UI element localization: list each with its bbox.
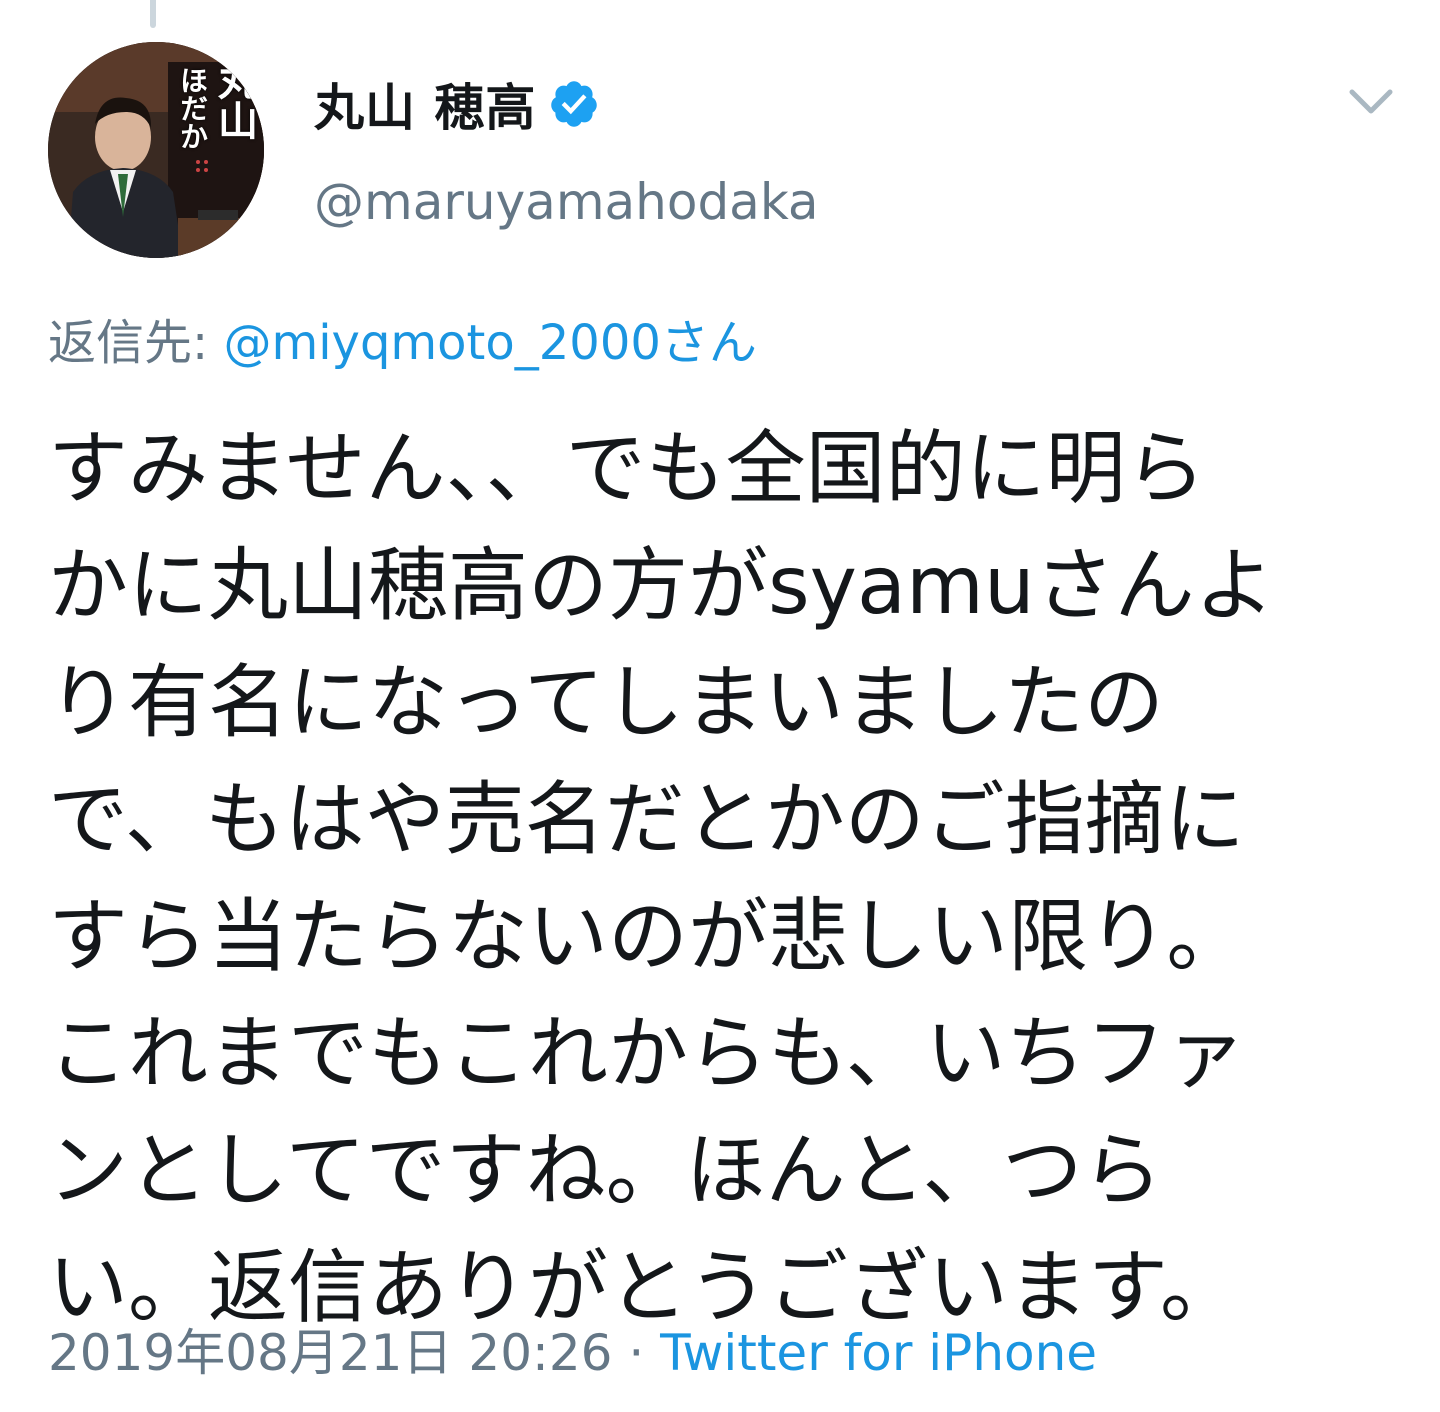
tweet-text: すみません、、でも全国的に明ら かに丸山穂高の方がsyamuさんよ り有名になっ… <box>48 410 1398 1346</box>
avatar-overlay-text: 丸山 ほだか <box>166 60 257 210</box>
avatar-overlay-name-kana: ほだか <box>176 66 209 150</box>
tweet-metadata: 2019年08月21日 20:26 · Twitter for iPhone <box>48 1318 1097 1388</box>
tweet-text-line: すら当たらないのが悲しい限り。 <box>48 890 1247 983</box>
tweet-text-line: これまでもこれからも、いちファ <box>48 1007 1246 1100</box>
reply-label: 返信先: <box>48 315 209 371</box>
avatar-overlay-name-kanji: 丸山 <box>211 60 257 140</box>
author-name-row[interactable]: 丸山 穂高 <box>314 72 600 137</box>
display-name[interactable]: 丸山 穂高 <box>314 68 536 140</box>
tweet-text-line: すみません、、でも全国的に明ら <box>48 422 1206 515</box>
tweet-text-line: り有名になってしまいましたの <box>48 656 1164 749</box>
tweet-text-line: ンとしてですね。ほんと、つら <box>48 1124 1163 1217</box>
avatar[interactable]: 丸山 ほだか <box>48 42 264 258</box>
tweet-timestamp[interactable]: 2019年08月21日 20:26 <box>48 1324 612 1382</box>
tweet-text-line: かに丸山穂高の方がsyamuさんよ <box>48 539 1275 632</box>
reply-mention-link[interactable]: @miyqmoto_2000さん <box>223 315 756 371</box>
verified-badge-icon <box>548 78 600 130</box>
meta-separator: · <box>612 1324 661 1382</box>
tweet-text-line: で、もはや売名だとかのご指摘に <box>48 773 1245 866</box>
reply-context: 返信先: @miyqmoto_2000さん <box>48 310 757 376</box>
chevron-down-icon[interactable] <box>1342 78 1400 126</box>
author-handle[interactable]: @maruyamahodaka <box>314 170 819 234</box>
thread-connector-line <box>150 0 156 28</box>
tweet-source-link[interactable]: Twitter for iPhone <box>660 1324 1097 1382</box>
